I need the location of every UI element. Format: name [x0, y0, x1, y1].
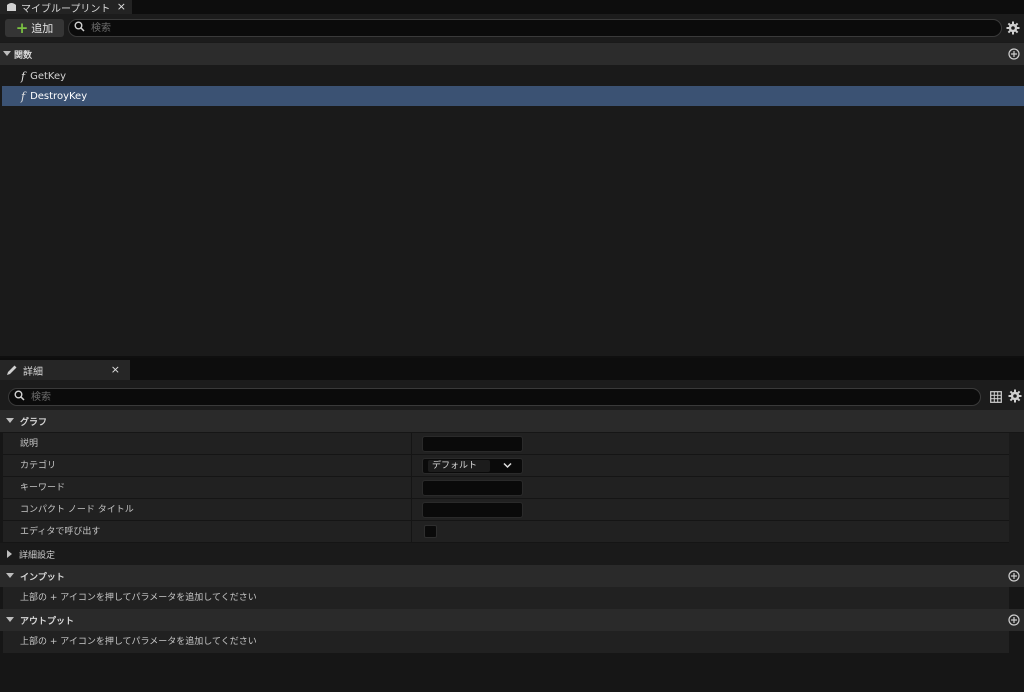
keywords-field[interactable] [422, 480, 523, 496]
outputs-hint: 上部の + アイコンを押してパラメータを追加してください [20, 637, 257, 647]
property-row-category: カテゴリ デフォルト [3, 455, 1009, 477]
category-label: カテゴリ [20, 461, 57, 471]
property-row-compact-title: コンパクト ノード タイトル [3, 499, 1009, 521]
tab-my-blueprint[interactable]: マイブループリント × [0, 0, 132, 15]
caret-down-icon [0, 51, 14, 57]
column-divider [411, 477, 412, 499]
advanced-label: 詳細設定 [19, 550, 56, 561]
category-combo[interactable]: デフォルト [422, 458, 523, 474]
chevron-down-icon[interactable] [503, 461, 512, 473]
function-item-destroykey[interactable]: f DestroyKey [2, 86, 1024, 106]
graph-header-label: グラフ [20, 417, 48, 428]
plus-icon: + [15, 18, 29, 37]
details-scrollbar-track[interactable] [1009, 433, 1024, 543]
inputs-hint: 上部の + アイコンを押してパラメータを追加してください [20, 593, 257, 603]
column-divider [411, 455, 412, 477]
call-in-editor-checkbox[interactable] [424, 525, 437, 538]
blueprint-icon [5, 2, 17, 13]
table-view-icon[interactable] [989, 390, 1003, 404]
compact-title-field[interactable] [422, 502, 523, 518]
caret-down-icon [3, 573, 17, 579]
function-item-getkey[interactable]: f GetKey [2, 66, 1024, 86]
close-tab-icon[interactable]: × [117, 0, 126, 14]
blueprint-search[interactable] [68, 19, 1002, 37]
description-field[interactable] [422, 436, 523, 452]
outputs-section-header[interactable]: アウトプット [0, 609, 1024, 631]
function-icon: f [21, 89, 26, 103]
add-input-icon[interactable] [1008, 570, 1020, 585]
details-panel: 詳細 × グラフ 説明 [0, 358, 1024, 692]
column-divider [411, 433, 412, 455]
column-divider [411, 521, 412, 543]
details-search[interactable] [8, 388, 981, 406]
search-icon [74, 21, 85, 35]
functions-header-label: 関数 [14, 50, 33, 61]
call-in-editor-label: エディタで呼び出す [20, 527, 101, 537]
my-blueprint-panel: マイブループリント × + 追加 関数 [0, 0, 1024, 356]
close-tab-icon[interactable]: × [111, 363, 120, 376]
inputs-section-header[interactable]: インプット [0, 565, 1024, 587]
caret-right-icon [3, 550, 17, 558]
add-button[interactable]: + 追加 [5, 19, 64, 37]
property-row-call-in-editor: エディタで呼び出す [3, 521, 1009, 543]
keywords-label: キーワード [20, 483, 66, 493]
tab-title: マイブループリント [21, 3, 111, 15]
inputs-hint-row: 上部の + アイコンを押してパラメータを追加してください [3, 587, 1009, 609]
inputs-header-label: インプット [20, 572, 65, 583]
function-label: DestroyKey [30, 90, 88, 102]
tab-details[interactable]: 詳細 × [0, 360, 130, 380]
settings-gear-icon[interactable] [1008, 389, 1022, 403]
property-row-description: 説明 [3, 433, 1009, 455]
caret-down-icon [3, 617, 17, 623]
add-output-icon[interactable] [1008, 614, 1020, 629]
description-label: 説明 [20, 439, 39, 449]
add-button-label: 追加 [31, 22, 54, 35]
functions-section-header[interactable]: 関数 [0, 43, 1024, 65]
caret-down-icon [3, 418, 17, 424]
blueprint-search-input[interactable] [89, 21, 1001, 35]
details-tab-title: 詳細 [23, 366, 43, 378]
outputs-hint-row: 上部の + アイコンを押してパラメータを追加してください [3, 631, 1009, 653]
details-search-input[interactable] [29, 390, 980, 404]
outputs-header-label: アウトプット [20, 616, 75, 627]
settings-gear-icon[interactable] [1006, 21, 1020, 35]
blueprint-tab-bar: マイブループリント × [0, 0, 1024, 15]
property-row-keywords: キーワード [3, 477, 1009, 499]
pencil-icon [6, 364, 18, 376]
function-label: GetKey [30, 70, 67, 82]
column-divider [411, 499, 412, 521]
advanced-section-header[interactable]: 詳細設定 [0, 543, 1024, 565]
function-icon: f [21, 69, 26, 83]
search-icon [14, 390, 25, 404]
category-value: デフォルト [428, 460, 490, 472]
graph-section-header[interactable]: グラフ [0, 410, 1024, 432]
compact-title-label: コンパクト ノード タイトル [20, 505, 134, 515]
add-function-icon[interactable] [1008, 48, 1020, 63]
details-tab-bar: 詳細 × [0, 358, 1024, 380]
